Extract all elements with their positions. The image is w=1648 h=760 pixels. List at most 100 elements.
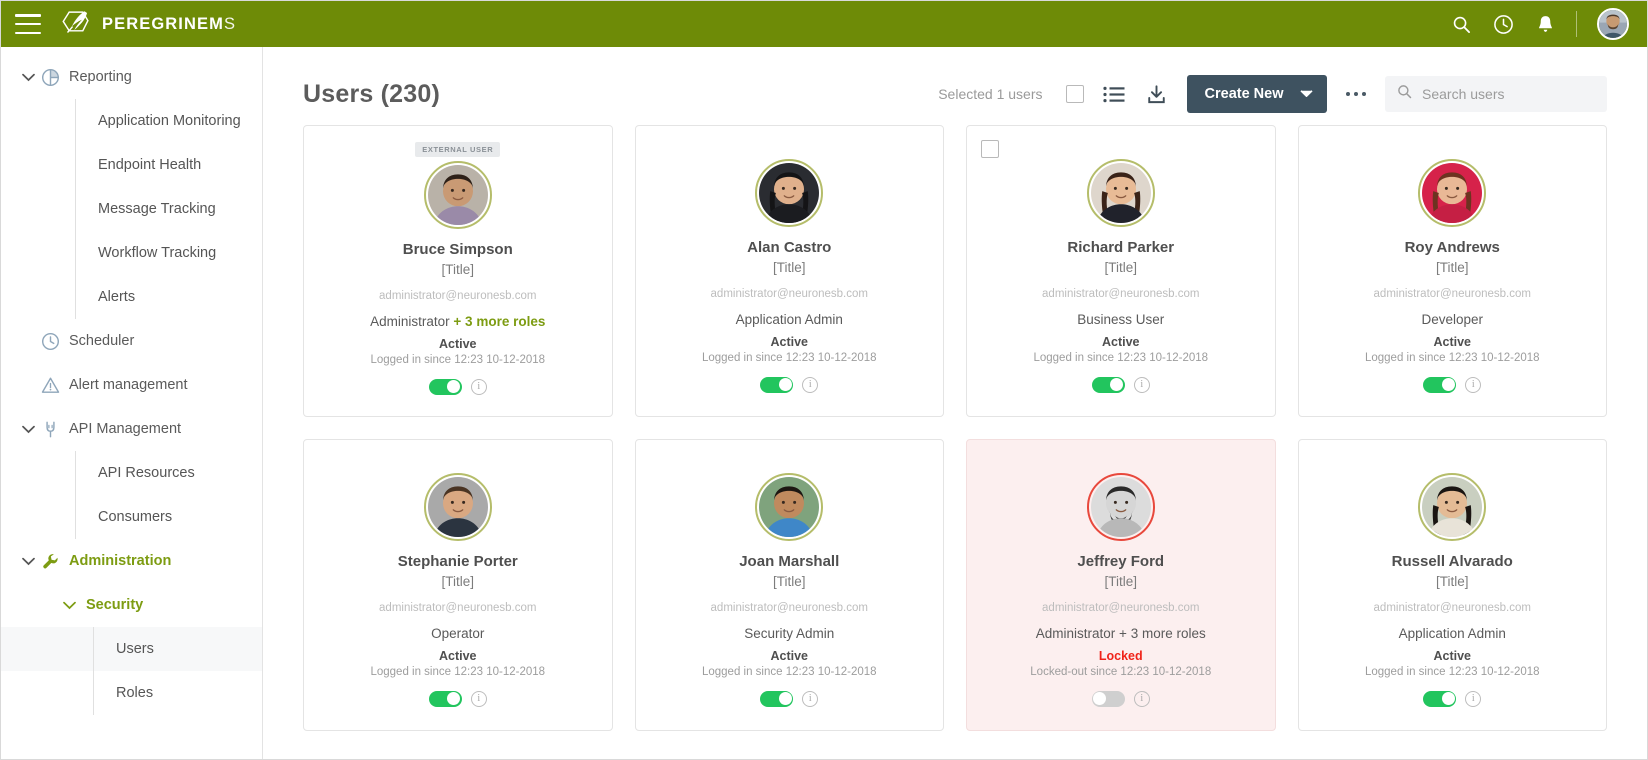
user-card[interactable]: Stephanie Porter [Title] administrator@n… [303, 439, 613, 731]
header-actions [1450, 8, 1629, 40]
more-options-icon[interactable] [1344, 91, 1369, 97]
user-role-more[interactable]: + 3 more roles [453, 314, 545, 329]
sidebar-item-scheduler[interactable]: Scheduler [1, 319, 262, 363]
warning-triangle-icon [37, 376, 63, 395]
user-session-info: Logged in since 12:23 10-12-2018 [370, 353, 546, 366]
user-role-main: Developer [1421, 311, 1484, 327]
user-name: Joan Marshall [739, 553, 840, 570]
sidebar-item-label: API Resources [98, 465, 195, 481]
user-enabled-toggle[interactable] [760, 690, 794, 707]
clock-icon[interactable] [1492, 13, 1514, 35]
user-email: administrator@neuronesb.com [379, 289, 537, 302]
plug-icon [37, 420, 63, 439]
status-badge: Active [770, 334, 809, 349]
user-enabled-toggle[interactable] [1091, 690, 1125, 707]
user-card-controls: i [1423, 690, 1482, 707]
pie-chart-icon [37, 68, 63, 87]
user-role-main: Administrator [370, 313, 450, 329]
search-input[interactable] [1422, 86, 1595, 102]
sidebar-item-workflow-tracking[interactable]: Workflow Tracking [76, 231, 262, 275]
user-title: [Title] [772, 260, 806, 276]
avatar[interactable] [1597, 8, 1629, 40]
clock-icon [37, 332, 63, 351]
user-card[interactable]: Jeffrey Ford [Title] administrator@neuro… [966, 439, 1276, 731]
user-card[interactable]: Alan Castro [Title] administrator@neuron… [634, 125, 944, 417]
status-badge: Active [770, 648, 809, 663]
status-badge: Active [438, 648, 477, 663]
info-icon[interactable]: i [470, 690, 487, 707]
user-role-main: Administrator + 3 more roles [1035, 625, 1206, 641]
user-enabled-toggle[interactable] [1423, 376, 1457, 393]
sidebar-item-reporting[interactable]: Reporting [1, 55, 262, 99]
info-icon[interactable]: i [1133, 690, 1150, 707]
sidebar-item-application-monitoring[interactable]: Application Monitoring [76, 99, 262, 143]
bell-icon[interactable] [1534, 13, 1556, 35]
sidebar-item-label: Application Monitoring [98, 113, 241, 129]
avatar [755, 473, 824, 541]
user-email: administrator@neuronesb.com [710, 601, 868, 614]
avatar [423, 161, 492, 229]
header-divider [1576, 11, 1577, 37]
sidebar-item-api-management[interactable]: API Management [1, 407, 262, 451]
sidebar-item-message-tracking[interactable]: Message Tracking [76, 187, 262, 231]
user-name: Russell Alvarado [1391, 553, 1513, 570]
sidebar-item-users[interactable]: Users [94, 627, 262, 671]
user-role-main: Operator [431, 625, 485, 641]
sidebar-item-api-resources[interactable]: API Resources [76, 451, 262, 495]
sidebar-item-administration[interactable]: Administration [1, 539, 262, 583]
user-session-info: Logged in since 12:23 10-12-2018 [701, 665, 877, 678]
download-icon[interactable] [1144, 81, 1170, 107]
sidebar-group-api-management: API Management API Resources Consumers [1, 407, 262, 539]
sidebar-children-api-management: API Resources Consumers [75, 451, 262, 539]
sidebar-item-label: API Management [69, 421, 182, 437]
user-select-checkbox[interactable] [981, 140, 999, 158]
sidebar-item-security[interactable]: Security [1, 583, 262, 627]
user-card[interactable]: Richard Parker [Title] administrator@neu… [966, 125, 1276, 417]
user-card[interactable]: EXTERNAL USER Bruce Simpson [Title] admi… [303, 125, 613, 417]
user-enabled-toggle[interactable] [760, 376, 794, 393]
user-card[interactable]: Roy Andrews [Title] administrator@neuron… [1297, 125, 1607, 417]
application-window: PEREGRINEMS Reporting Application Monito… [0, 0, 1648, 760]
page-header: Users (230) Selected 1 users Create New [303, 47, 1607, 125]
user-session-info: Logged in since 12:23 10-12-2018 [1364, 665, 1540, 678]
user-session-info: Logged in since 12:23 10-12-2018 [1364, 351, 1540, 364]
search-icon[interactable] [1450, 13, 1472, 35]
user-enabled-toggle[interactable] [428, 690, 462, 707]
user-enabled-toggle[interactable] [428, 378, 462, 395]
user-enabled-toggle[interactable] [1423, 690, 1457, 707]
user-roles: Application Admin [1399, 626, 1506, 641]
info-icon[interactable]: i [470, 378, 487, 395]
info-icon[interactable]: i [1133, 376, 1150, 393]
page-title: Users (230) [303, 79, 441, 108]
user-enabled-toggle[interactable] [1091, 376, 1125, 393]
info-icon[interactable]: i [1465, 376, 1482, 393]
brand-name: PEREGRINEMS [102, 14, 237, 33]
user-card[interactable]: Joan Marshall [Title] administrator@neur… [634, 439, 944, 731]
info-icon[interactable]: i [802, 690, 819, 707]
peregrine-feather-icon [59, 9, 93, 39]
create-new-button[interactable]: Create New [1186, 75, 1327, 113]
search-users-box[interactable] [1385, 76, 1607, 112]
user-role-main: Application Admin [735, 311, 843, 327]
user-email: administrator@neuronesb.com [379, 601, 537, 614]
sidebar-item-endpoint-health[interactable]: Endpoint Health [76, 143, 262, 187]
info-icon[interactable]: i [802, 376, 819, 393]
brand-logo-group[interactable]: PEREGRINEMS [59, 9, 236, 39]
top-header: PEREGRINEMS [1, 1, 1647, 47]
user-session-info: Logged in since 12:23 10-12-2018 [1033, 351, 1209, 364]
sidebar-item-alerts[interactable]: Alerts [76, 275, 262, 319]
avatar [1086, 159, 1155, 227]
sidebar-navigation: Reporting Application Monitoring Endpoin… [1, 47, 263, 759]
chevron-down-icon [1299, 86, 1313, 102]
sidebar-item-alert-management[interactable]: Alert management [1, 363, 262, 407]
chevron-down-icon [63, 601, 76, 610]
user-title: [Title] [1435, 260, 1469, 276]
info-icon[interactable]: i [1465, 690, 1482, 707]
select-all-checkbox[interactable] [1065, 85, 1084, 103]
sidebar-item-consumers[interactable]: Consumers [76, 495, 262, 539]
sidebar-item-label: Roles [116, 685, 154, 701]
hamburger-icon[interactable] [15, 14, 41, 34]
list-view-icon[interactable] [1101, 81, 1127, 107]
sidebar-item-roles[interactable]: Roles [94, 671, 262, 715]
user-card[interactable]: Russell Alvarado [Title] administrator@n… [1297, 439, 1607, 731]
